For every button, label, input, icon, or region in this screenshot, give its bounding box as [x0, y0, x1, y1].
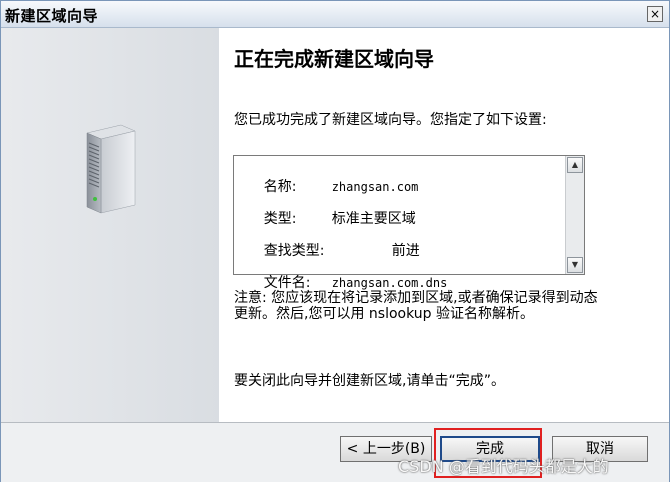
summary-label: 文件名:	[263, 275, 311, 291]
window-title: 新建区域向导	[5, 7, 99, 25]
wizard-side-panel	[1, 28, 219, 422]
summary-scrollbar[interactable]: ▲ ▼	[565, 156, 584, 274]
settings-summary-box[interactable]: 名称: zhangsan.com 类型: 标准主要区域 查找类型: 前进 文件名: zh…	[233, 155, 585, 291]
scroll-up-icon[interactable]: ▲	[567, 157, 583, 173]
wizard-window: 新建区域向导 × 正在完成新建区域向导 您已成功完成了新建区域向导。您指定了如下…	[0, 0, 670, 482]
title-bar: 新建区域向导 ×	[1, 1, 669, 28]
summary-value: zhangsan.com.dns	[331, 276, 448, 290]
page-title: 正在完成新建区域向导	[234, 47, 434, 71]
scroll-down-icon[interactable]: ▼	[567, 257, 583, 273]
intro-text: 您已成功完成了新建区域向导。您指定了如下设置:	[234, 112, 547, 128]
server-icon	[86, 124, 136, 214]
watermark: CSDN @看到代码头都是大的	[398, 457, 609, 476]
closing-instruction: 要关闭此向导并创建新区域,请单击“完成”。	[234, 373, 505, 389]
note-text: 注意: 您应该现在将记录添加到区域,或者确保记录得到动态更新。然后,您可以用 n…	[234, 290, 598, 322]
close-button[interactable]: ×	[647, 6, 663, 22]
